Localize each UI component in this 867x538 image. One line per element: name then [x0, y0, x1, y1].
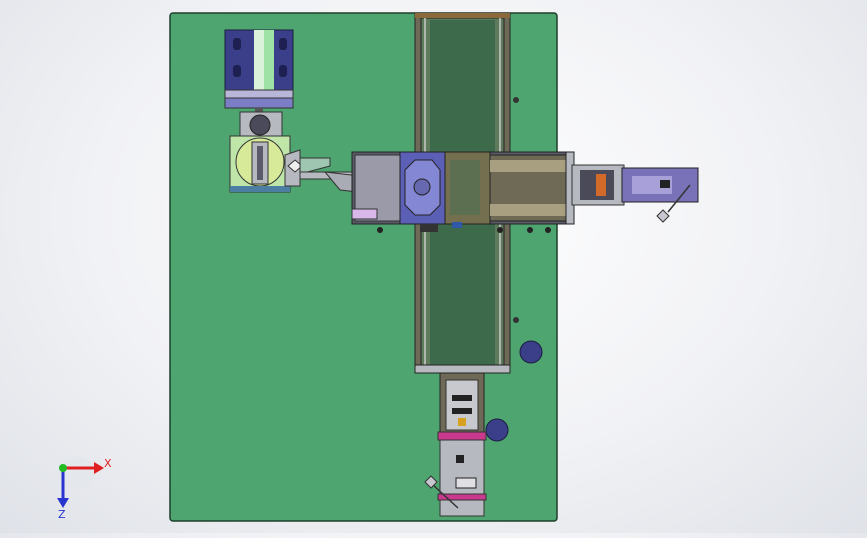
- y-axis-dot: [59, 464, 67, 472]
- stop-bumper-upper[interactable]: [519, 340, 543, 364]
- carriage-assembly[interactable]: [351, 151, 575, 233]
- z-axis-label: Z: [58, 508, 66, 521]
- coordinate-triad: X Z: [56, 457, 112, 521]
- assembly-drawing[interactable]: X Z: [0, 0, 867, 533]
- stop-bumper-lower[interactable]: [485, 418, 509, 442]
- top-clamp-assembly[interactable]: [224, 29, 294, 114]
- cad-graphics-viewport[interactable]: X Z: [0, 0, 867, 533]
- right-extension-arm[interactable]: [571, 164, 699, 223]
- x-axis-label: X: [104, 457, 112, 470]
